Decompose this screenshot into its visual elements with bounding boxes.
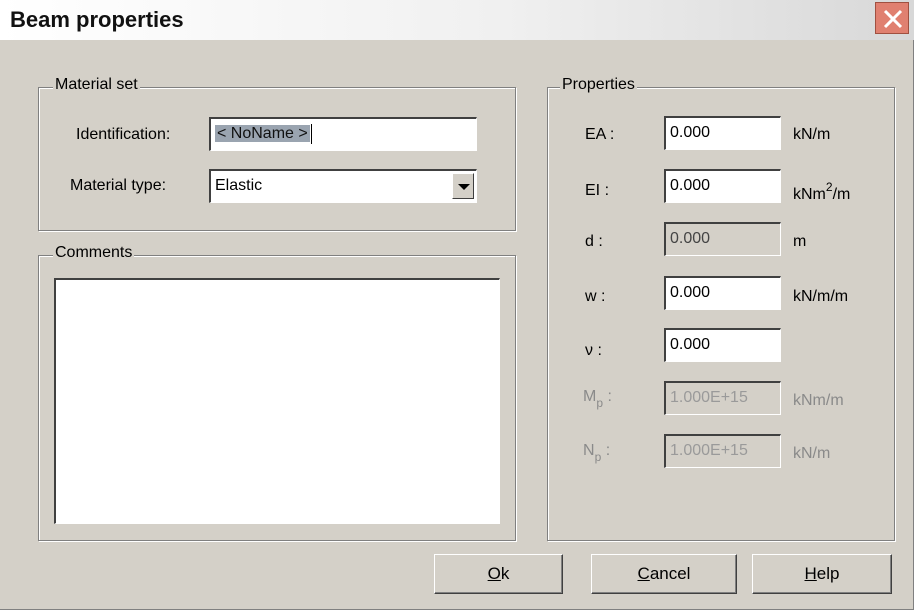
ea-label: EA :: [585, 126, 615, 143]
close-icon: [883, 9, 903, 29]
ei-label: EI :: [585, 182, 610, 199]
properties-legend: Properties: [560, 76, 637, 94]
ei-input[interactable]: 0.000: [664, 169, 781, 203]
mp-input: 1.000E+15: [664, 381, 781, 415]
np-unit: kN/m: [793, 445, 831, 462]
title-bar[interactable]: Beam properties: [0, 0, 914, 40]
ea-unit: kN/m: [793, 126, 831, 143]
ei-unit: kNm2/m: [793, 180, 851, 203]
material-set-legend: Material set: [53, 76, 140, 94]
d-unit: m: [793, 233, 807, 250]
d-input: 0.000: [664, 222, 781, 256]
beam-properties-dialog: Beam properties Material set Identificat…: [0, 0, 914, 610]
comments-legend: Comments: [53, 244, 135, 262]
ea-input[interactable]: 0.000: [664, 116, 781, 150]
np-input: 1.000E+15: [664, 434, 781, 468]
chevron-down-icon: [458, 184, 470, 190]
material-type-label: Material type:: [70, 177, 167, 194]
comments-textarea[interactable]: [54, 278, 500, 524]
nu-input[interactable]: 0.000: [664, 328, 781, 362]
np-label: Np :: [583, 442, 611, 464]
identification-input[interactable]: < NoName >: [209, 117, 477, 151]
w-unit: kN/m/m: [793, 288, 849, 305]
w-label: w :: [585, 288, 606, 305]
ok-button[interactable]: Ok: [434, 554, 563, 594]
help-button[interactable]: Help: [752, 554, 892, 594]
material-type-select[interactable]: Elastic: [209, 169, 477, 203]
nu-label: ν :: [585, 342, 602, 359]
material-type-value: Elastic: [215, 177, 263, 194]
dropdown-button[interactable]: [452, 173, 474, 199]
identification-value: < NoName >: [215, 125, 310, 142]
material-set-group: Material set: [38, 76, 516, 231]
w-input[interactable]: 0.000: [664, 276, 781, 310]
cancel-button[interactable]: Cancel: [591, 554, 737, 594]
window-title: Beam properties: [10, 7, 184, 32]
d-label: d :: [585, 233, 603, 250]
mp-label: Mp :: [583, 388, 612, 410]
close-button[interactable]: [875, 2, 909, 34]
mp-unit: kNm/m: [793, 392, 844, 409]
identification-label: Identification:: [76, 126, 171, 143]
properties-group: Properties: [547, 76, 895, 541]
